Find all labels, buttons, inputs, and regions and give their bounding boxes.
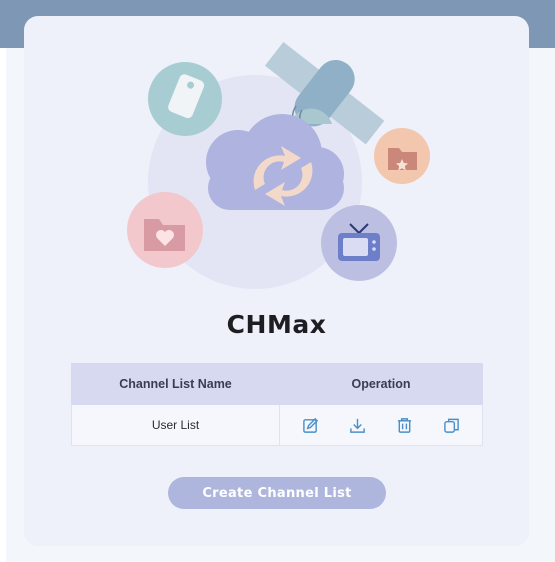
- table-row: User List: [71, 404, 483, 446]
- column-header-name: Channel List Name: [71, 363, 280, 405]
- channel-list-name-cell: User List: [71, 404, 280, 446]
- channel-list-card: CHMax Channel List Name Operation User L…: [24, 16, 529, 546]
- copy-icon[interactable]: [441, 414, 463, 436]
- channel-list-table: Channel List Name Operation User List: [71, 363, 483, 446]
- delete-icon[interactable]: [394, 414, 416, 436]
- operation-cell: [279, 404, 483, 446]
- table-header-row: Channel List Name Operation: [71, 363, 483, 405]
- column-header-operation: Operation: [279, 363, 483, 405]
- hero-illustration: [24, 16, 529, 306]
- tv-icon: [321, 205, 397, 281]
- folder-star-icon: [374, 128, 430, 184]
- page-title: CHMax: [226, 310, 327, 339]
- folder-heart-icon: [127, 192, 203, 268]
- edit-icon[interactable]: [300, 414, 322, 436]
- create-channel-list-button[interactable]: Create Channel List: [168, 477, 386, 509]
- download-icon[interactable]: [347, 414, 369, 436]
- tag-icon: [148, 62, 222, 136]
